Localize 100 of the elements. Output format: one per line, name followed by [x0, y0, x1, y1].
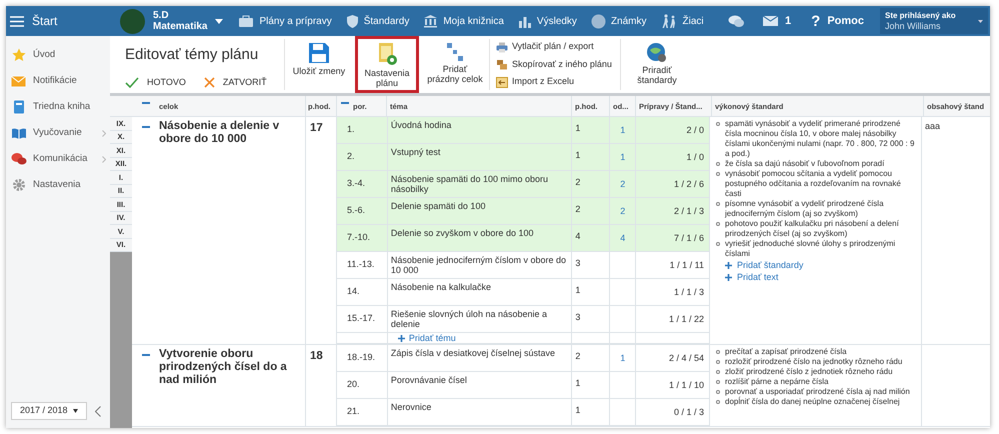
add-standard-link[interactable]: Pridať text	[716, 271, 918, 283]
order-cell-text: 15.-17.	[346, 312, 376, 325]
bullet-icon	[716, 242, 720, 246]
chevron-right-icon	[102, 130, 106, 136]
user-menu[interactable]: Ste prihlásený ako John Williams	[880, 8, 988, 34]
counts-cell: 0 / 1 / 3	[635, 399, 709, 425]
folder-gear-icon	[376, 42, 398, 66]
taught-count-link[interactable]: 1	[620, 125, 626, 135]
nav-link[interactable]: Moja knižnica	[416, 14, 511, 28]
standard-text: že čísla sa dajú násobiť v ľubovoľnom poradí	[725, 159, 884, 169]
nav-link[interactable]: Štandardy	[338, 14, 416, 28]
briefcase-icon	[238, 14, 254, 28]
nav-link[interactable]: Plány a prípravy	[231, 14, 339, 28]
standard-text: rozlíšiť párne a nepárne čísla	[725, 377, 828, 387]
sidebar-item[interactable]: Triedna kniha	[6, 94, 110, 120]
topic-cell: Riešenie slovných úloh na násobenie a delenie	[386, 306, 572, 332]
toolbar-link[interactable]: Import z Excelu	[496, 75, 612, 89]
counts-cell: 1 / 1 / 10	[635, 372, 709, 398]
unit-title: Násobenie a delenie v obore do 10 000	[159, 119, 280, 147]
order-cell-text: 5.-6.	[346, 204, 366, 217]
topic-cell: Porovnávanie čísel	[386, 372, 572, 398]
order-cell-text: 21.	[346, 405, 361, 418]
topic-row[interactable]: 2. Vstupný test 1 1 1 / 0	[337, 144, 709, 171]
building-icon	[423, 14, 438, 28]
topic-cell: Násobenie jednociferným číslom v obore do 10 000	[386, 252, 572, 278]
topic-row[interactable]: 18.-19. Zápis čísla v desiatkovej číselnej sústave 2 1 2 / 4 / 54	[337, 345, 709, 372]
topic-row[interactable]: 21. Nerovnice 1 0 / 1 / 3	[337, 399, 709, 426]
topic-row[interactable]: 20. Porovnávanie čísel 1 1 / 1 / 10	[337, 372, 709, 399]
year-select[interactable]: 2017 / 2018	[11, 402, 87, 420]
taught-count-link[interactable]: 2	[620, 206, 626, 216]
sidebar-item[interactable]: Úvod	[6, 42, 110, 68]
topic-row[interactable]: 14. Násobenie na kalkulačke 1 1 / 1 / 3	[337, 279, 709, 306]
toolbar-link[interactable]: Skopírovať z iného plánu	[496, 58, 612, 72]
toolbar-button[interactable]: Uložiť zmeny	[287, 36, 351, 93]
topic-cell: Zápis čísla v desiatkovej číselnej sústave	[386, 345, 572, 371]
toolbar-button[interactable]: Nastavenia plánu	[355, 36, 419, 93]
caret-icon	[73, 409, 78, 413]
bullet-icon	[716, 350, 720, 354]
add-topic-link[interactable]: Pridať tému	[398, 333, 572, 343]
help-link[interactable]: ? Pomoc	[811, 12, 864, 30]
standard-text: vyriešiť jednoduché slovné úlohy s prirodzenými číslami	[725, 239, 896, 259]
close-icon	[204, 76, 215, 88]
taught-count-link[interactable]: 2	[620, 179, 626, 189]
assign-standards-button[interactable]: Priradiť štandardy	[626, 36, 687, 93]
hours-cell: 1	[571, 144, 610, 170]
bullet-icon	[716, 370, 720, 374]
bullet-icon	[716, 400, 720, 404]
topic-cell: Násobenie na kalkulačke	[386, 279, 572, 305]
import-arrow-icon	[496, 76, 508, 88]
nav-link[interactable]: Výsledky	[510, 14, 584, 28]
sidebar-item[interactable]: Notifikácie	[6, 68, 110, 94]
nav-link[interactable]: Známky	[584, 14, 654, 28]
order-cell-text: 14.	[346, 285, 361, 298]
topic-cell: Nerovnice	[386, 399, 572, 425]
chat-icon[interactable]	[728, 14, 746, 28]
envelope-icon	[11, 76, 26, 86]
counts-cell: 1 / 0	[635, 144, 709, 170]
action-button[interactable]: HOTOVO	[125, 76, 186, 89]
unit-title: Vytvorenie oboru prirodzených čísel do a nad milión	[159, 347, 288, 388]
gear-icon	[12, 178, 26, 192]
envelope-icon	[763, 16, 778, 26]
book-icon	[12, 100, 24, 114]
standard-text: spamäti vynásobiť a vydeliť primerané prirodzené čísla mocninou čísla 10, v obore malej násobilky číslami ukončenými nulami (napr. 70 . 800, 72 000 : 9 a pod.)	[725, 119, 916, 159]
bullet-icon	[716, 202, 720, 206]
topic-row[interactable]: 1. Úvodná hodina 1 1 2 / 0	[337, 117, 709, 144]
standard-text: porovnať a usporiadať prirodzené čísla aj nad milión	[725, 387, 910, 396]
topic-cell: Vstupný test	[386, 144, 572, 170]
bullet-icon	[716, 222, 720, 226]
taught-count-link[interactable]: 4	[620, 233, 626, 243]
topic-cell: Delenie spamäti do 100	[386, 198, 572, 224]
bullet-icon	[716, 172, 720, 176]
caret-icon	[978, 20, 983, 22]
hours-cell: 3	[571, 252, 610, 278]
collapse-sidebar-icon[interactable]	[95, 406, 101, 416]
taught-count-link[interactable]: 1	[620, 152, 626, 162]
hours-cell: 1	[571, 279, 610, 305]
sidebar-item[interactable]: Komunikácia	[6, 146, 110, 172]
class-avatar	[120, 8, 145, 34]
taught-count-link[interactable]: 1	[620, 353, 626, 363]
topic-row[interactable]: 15.-17. Riešenie slovných úloh na násobenie a delenie 3 1 / 1 / 22	[337, 306, 709, 333]
topic-row[interactable]: 7.-10. Delenie so zvyškom v obore do 100 4 4 7 / 1 / 6	[337, 225, 709, 252]
start-menu-button[interactable]: Štart	[6, 6, 110, 36]
add-standard-link[interactable]: Pridať štandardy	[716, 259, 918, 271]
bullet-icon	[716, 380, 720, 384]
toolbar-link[interactable]: Vytlačiť plán / export	[496, 40, 612, 54]
bullet-icon	[716, 360, 720, 364]
toolbar-button[interactable]: Pridať prázdny celok	[423, 36, 487, 93]
sidebar-item[interactable]: Vyučovanie	[6, 120, 110, 146]
messages-link[interactable]: 1	[763, 12, 792, 30]
topic-row[interactable]: 5.-6. Delenie spamäti do 100 2 2 2 / 1 / 3	[337, 198, 709, 225]
class-selector[interactable]: 5.D Matematika	[153, 10, 224, 32]
nav-link[interactable]: Žiaci	[654, 14, 711, 28]
sidebar-item[interactable]: Nastavenia	[6, 172, 110, 198]
topic-row[interactable]: 11.-13. Násobenie jednociferným číslom v obore do 10 000 3 1 / 1 / 11	[337, 252, 709, 279]
topic-row[interactable]: 3.-4. Násobenie spamäti do 100 mimo oboru násobilky 2 2 1 / 2 / 6	[337, 171, 709, 198]
topic-cell: Úvodná hodina	[386, 117, 572, 143]
check-icon	[125, 76, 139, 88]
action-button[interactable]: ZATVORIŤ	[204, 76, 267, 89]
shield-icon	[346, 14, 359, 28]
bar-chart-icon	[518, 14, 532, 28]
